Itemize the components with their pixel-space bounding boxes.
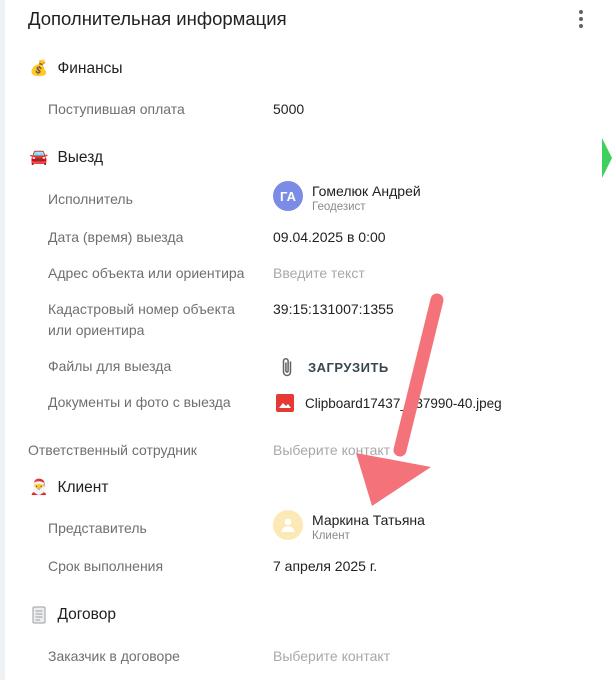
more-vert-icon[interactable] [572,8,590,30]
santa-icon: 🎅 [29,479,49,496]
executor-name[interactable]: Гомелюк Андрей [312,182,421,200]
cadastral-value[interactable]: 39:15:131007:1355 [273,299,394,319]
section-trip-header: 🚘 Выезд [29,148,103,168]
executor-contact[interactable]: Гомелюк Андрей Геодезист [312,182,421,214]
side-panel-tab[interactable] [602,138,612,178]
trip-docs-label: Документы и фото с выезда [48,394,231,410]
upload-label: ЗАГРУЗИТЬ [308,359,389,375]
section-title: Выезд [57,149,104,166]
attached-file[interactable]: Clipboard17437_537990-40.jpeg [275,392,502,414]
representative-label: Представитель [48,520,147,536]
trip-files-label: Файлы для выезда [48,358,172,374]
section-title: Клиент [57,479,109,496]
person-icon [281,518,295,532]
car-icon: 🚘 [29,149,49,166]
paperclip-icon [282,357,292,377]
contract-customer-label: Заказчик в договоре [48,648,180,664]
address-input[interactable]: Введите текст [273,263,365,283]
left-panel-edge [0,0,5,680]
avatar[interactable]: ГА [273,181,303,211]
document-icon [29,605,49,625]
section-finance-header: 💰 Финансы [29,59,123,79]
address-label: Адрес объекта или ориентира [48,265,245,281]
trip-date-value[interactable]: 09.04.2025 в 0:00 [273,227,386,247]
representative-contact[interactable]: Маркина Татьяна Клиент [312,511,425,543]
responsible-select[interactable]: Выберите контакт [273,440,390,460]
payment-label: Поступившая оплата [48,101,185,117]
money-bag-icon: 💰 [29,60,49,77]
attached-file-name: Clipboard17437_537990-40.jpeg [305,395,502,411]
trip-date-label: Дата (время) выезда [48,229,184,245]
executor-role: Геодезист [312,201,366,213]
deadline-value[interactable]: 7 апреля 2025 г. [273,556,377,576]
section-title: Договор [57,606,116,623]
section-title: Финансы [57,60,123,77]
contract-customer-select[interactable]: Выберите контакт [273,646,390,666]
cadastral-label: Кадастровый номер объекта или ориентира [48,301,235,338]
section-client-header: 🎅 Клиент [29,478,109,498]
upload-button[interactable]: ЗАГРУЗИТЬ [280,356,389,378]
payment-value[interactable]: 5000 [273,99,304,119]
image-file-icon [276,394,294,412]
page-title: Дополнительная информация [28,8,287,29]
panel-header: Дополнительная информация [28,6,598,32]
deadline-label: Срок выполнения [48,558,164,574]
section-contract-header: Договор [29,605,116,625]
representative-role: Клиент [312,530,350,542]
representative-name[interactable]: Маркина Татьяна [312,511,425,529]
responsible-label: Ответственный сотрудник [28,442,197,458]
executor-label: Исполнитель [48,191,133,207]
avatar[interactable] [273,510,303,540]
